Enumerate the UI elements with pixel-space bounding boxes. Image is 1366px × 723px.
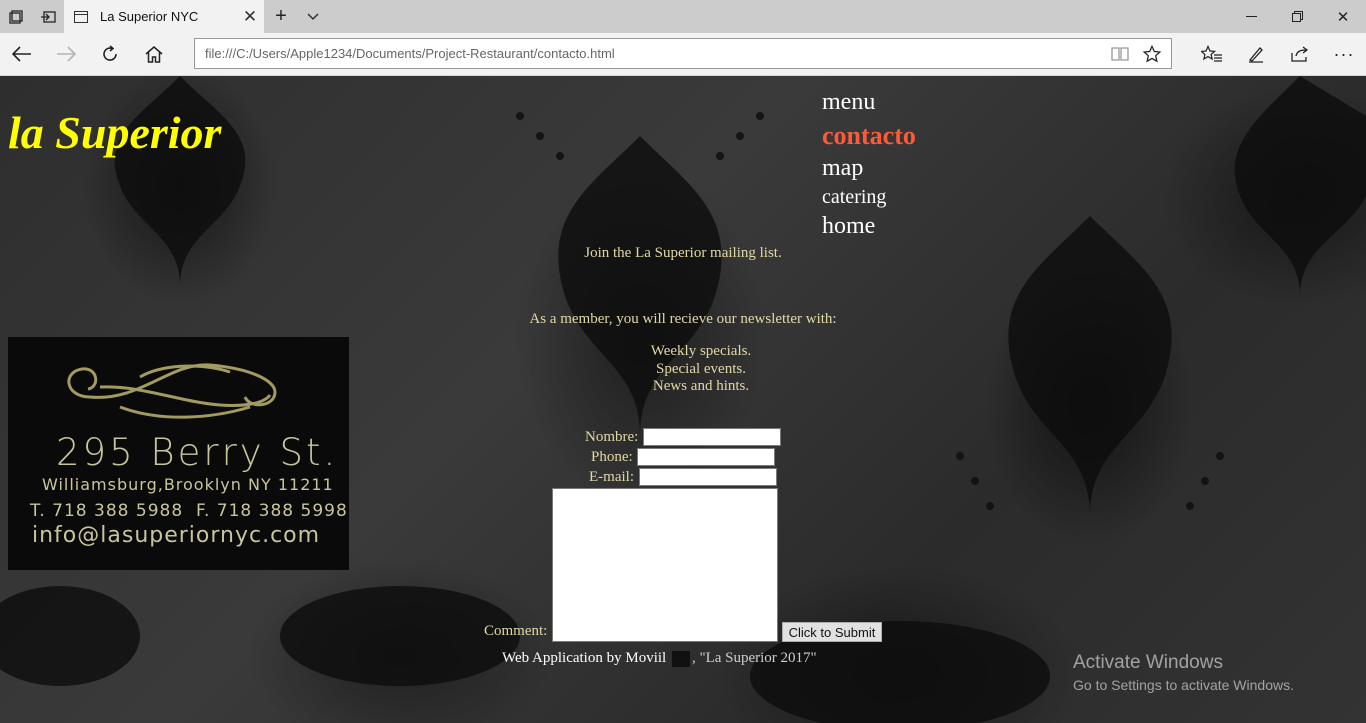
- back-arrow-icon[interactable]: [0, 33, 44, 75]
- share-icon[interactable]: [1278, 33, 1322, 75]
- email-field[interactable]: [639, 468, 777, 486]
- name-field[interactable]: [643, 428, 781, 446]
- web-page: la Superior menu contacto map catering h…: [0, 76, 1366, 723]
- minimize-icon[interactable]: [1228, 0, 1274, 33]
- name-label: Nombre:: [585, 429, 639, 445]
- page-icon: [74, 10, 88, 23]
- card-city: Williamsburg,Brooklyn NY 11211: [42, 475, 334, 494]
- email-label: E-mail:: [589, 469, 634, 485]
- watermark-subtitle: Go to Settings to activate Windows.: [1073, 677, 1294, 693]
- address-bar[interactable]: [194, 38, 1172, 69]
- nav-link-map[interactable]: map: [822, 152, 916, 185]
- comment-label: Comment:: [484, 623, 548, 639]
- restore-icon[interactable]: [1274, 0, 1320, 33]
- site-nav: menu contacto map catering home: [822, 86, 916, 243]
- favorites-hub-icon[interactable]: [1190, 33, 1234, 75]
- tab-manager-icon[interactable]: [0, 0, 32, 33]
- close-tab-icon[interactable]: ✕: [236, 7, 264, 27]
- submit-button[interactable]: Click to Submit: [782, 622, 882, 642]
- browser-navbar: ···: [0, 33, 1366, 76]
- address-card: 295 Berry St. Williamsburg,Brooklyn NY 1…: [8, 337, 349, 570]
- card-phone: T. 718 388 5988 F. 718 388 5998: [30, 501, 348, 521]
- home-icon[interactable]: [132, 33, 176, 75]
- footer-year: , "La Superior 2017": [691, 650, 817, 666]
- card-email: info@lasuperiornyc.com: [32, 523, 321, 548]
- browser-tab[interactable]: La Superior NYC ✕: [64, 0, 264, 33]
- site-logo[interactable]: la Superior: [8, 106, 221, 159]
- close-window-icon[interactable]: ✕: [1320, 0, 1366, 33]
- phone-field[interactable]: [637, 448, 775, 466]
- tab-title: La Superior NYC: [100, 9, 199, 24]
- reading-view-icon[interactable]: [1105, 39, 1135, 68]
- footer: Web Application by Moviil , "La Superior…: [502, 650, 817, 667]
- set-aside-tabs-icon[interactable]: [32, 0, 64, 33]
- web-note-pen-icon[interactable]: [1234, 33, 1278, 75]
- tab-preview-chevron-icon[interactable]: [297, 0, 329, 33]
- browser-titlebar: La Superior NYC ✕ + ✕: [0, 0, 1366, 33]
- refresh-icon[interactable]: [88, 33, 132, 75]
- nav-link-home[interactable]: home: [822, 210, 916, 243]
- broken-image-icon: [671, 650, 690, 667]
- new-tab-icon[interactable]: +: [265, 0, 297, 33]
- favorite-star-icon[interactable]: [1137, 39, 1167, 68]
- comment-textarea[interactable]: [552, 488, 778, 642]
- nav-link-menu[interactable]: menu: [822, 86, 916, 119]
- url-input[interactable]: [195, 39, 1095, 68]
- phone-label: Phone:: [591, 449, 633, 465]
- card-street: 295 Berry St.: [56, 431, 339, 474]
- forward-arrow-icon[interactable]: [44, 33, 88, 75]
- more-options-icon[interactable]: ···: [1322, 33, 1366, 75]
- nav-link-catering[interactable]: catering: [822, 185, 916, 210]
- activate-windows-watermark: Activate Windows Go to Settings to activ…: [1073, 652, 1294, 693]
- mailing-list-heading: Join the La Superior mailing list.: [584, 245, 782, 261]
- nav-link-contacto[interactable]: contacto: [822, 119, 916, 152]
- member-intro: As a member, you will recieve our newsle…: [529, 311, 837, 327]
- footer-credit: Web Application by Moviil: [502, 650, 667, 666]
- watermark-title: Activate Windows: [1073, 652, 1223, 673]
- flourish-ornament: [67, 363, 277, 419]
